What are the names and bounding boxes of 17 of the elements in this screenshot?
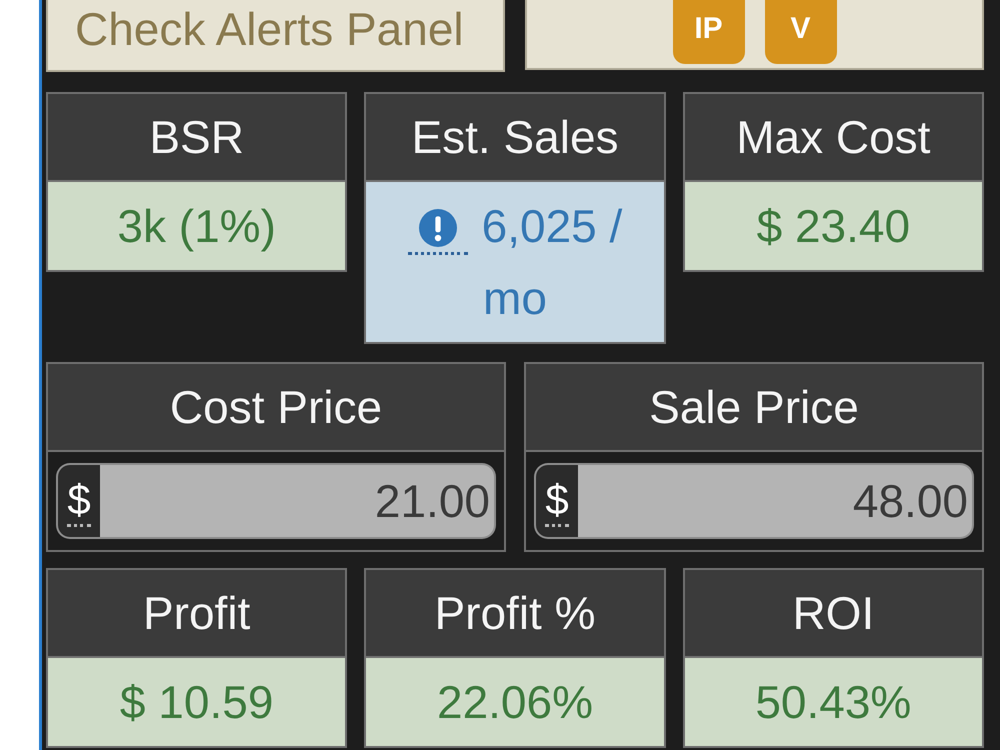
stat-value: 3k (1%) bbox=[48, 182, 346, 270]
stat-value: 50.43% bbox=[684, 658, 982, 746]
stat-label: Profit % bbox=[366, 570, 664, 658]
status-badge: V bbox=[764, 0, 836, 64]
status-badge: IP bbox=[672, 0, 744, 64]
stat-value: $ 23.40 bbox=[684, 182, 982, 270]
stat-label: Profit bbox=[48, 570, 346, 658]
check-alerts-button[interactable]: Check Alerts Panel bbox=[46, 0, 505, 72]
stat-value: 22.06% bbox=[366, 658, 664, 746]
stat-value: $ 10.59 bbox=[48, 658, 346, 746]
stat-label: Est. Sales bbox=[366, 94, 664, 182]
stat-label: Cost Price bbox=[48, 364, 504, 452]
stat-label: BSR bbox=[48, 94, 346, 182]
stat-label: Max Cost bbox=[684, 94, 982, 182]
stat-label: ROI bbox=[684, 570, 982, 658]
stat-value: 6,025 / mo bbox=[482, 200, 622, 324]
stat-label: Sale Price bbox=[526, 364, 982, 452]
